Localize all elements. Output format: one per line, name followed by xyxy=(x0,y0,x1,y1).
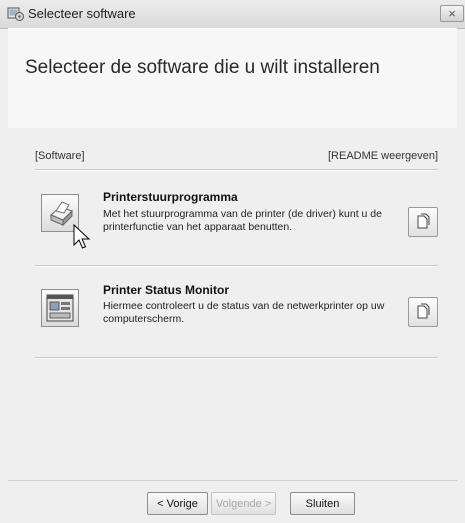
divider xyxy=(35,357,438,359)
footer-divider xyxy=(8,480,457,481)
setup-icon xyxy=(7,5,24,22)
document-icon xyxy=(409,213,437,240)
readme-button-status-monitor[interactable] xyxy=(408,297,438,327)
item-title: Printerstuurprogramma xyxy=(103,190,238,204)
item-title: Printer Status Monitor xyxy=(103,283,230,297)
readme-column-label: [README weergeven] xyxy=(328,150,439,162)
close-button[interactable]: × xyxy=(440,5,464,22)
setup-window: Selecteer software × Selecteer de softwa… xyxy=(0,0,465,523)
page-title: Selecteer de software die u wilt install… xyxy=(25,57,380,78)
software-column-label: [Software] xyxy=(35,150,85,162)
item-description: Met het stuurprogramma van de printer (d… xyxy=(103,208,382,233)
window-title: Selecteer software xyxy=(28,6,136,21)
close-icon: × xyxy=(448,6,456,21)
document-icon xyxy=(409,303,437,330)
status-monitor-icon xyxy=(42,294,78,330)
readme-button-printer-driver[interactable] xyxy=(408,207,438,237)
item-description: Hiermee controleert u de status van de n… xyxy=(103,300,385,325)
title-bar[interactable]: Selecteer software × xyxy=(0,0,465,29)
printer-icon xyxy=(42,201,78,235)
divider xyxy=(35,169,438,171)
back-button[interactable]: < Vorige xyxy=(147,492,208,515)
install-printer-driver-button[interactable] xyxy=(41,194,79,232)
install-status-monitor-button[interactable] xyxy=(41,289,79,327)
next-button[interactable]: Volgende > xyxy=(211,492,276,515)
close-dialog-button[interactable]: Sluiten xyxy=(290,492,355,515)
divider xyxy=(35,265,438,267)
